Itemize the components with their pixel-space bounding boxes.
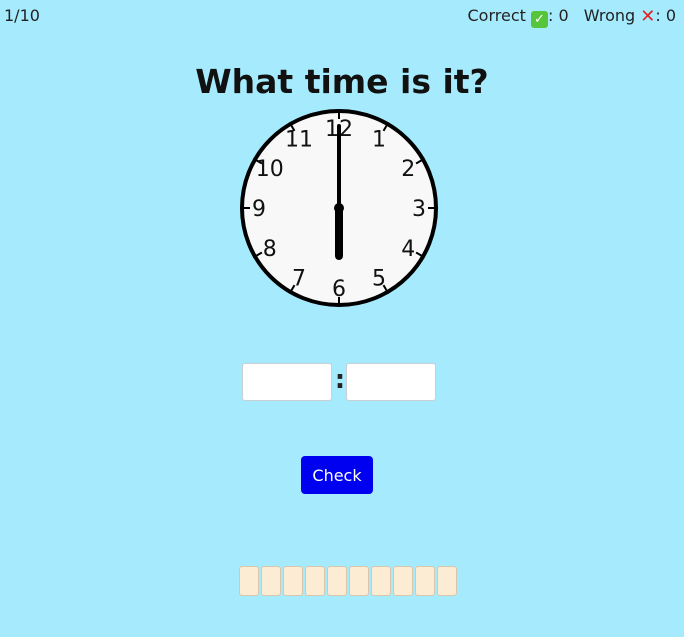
clock-center-pin [334, 203, 344, 213]
progress-slots [239, 566, 457, 596]
progress-slot [239, 566, 259, 596]
time-separator: : [334, 365, 346, 395]
wrong-label: Wrong [583, 6, 636, 25]
page-title: What time is it? [195, 62, 489, 101]
progress-slot [261, 566, 281, 596]
question-counter: 1/10 [4, 6, 40, 25]
progress-slot [327, 566, 347, 596]
clock-number: 6 [332, 277, 346, 302]
hours-input[interactable] [242, 363, 332, 401]
clock-number: 10 [256, 157, 284, 182]
progress-slot [349, 566, 369, 596]
clock-number: 2 [401, 157, 415, 182]
correct-label: Correct [467, 6, 526, 25]
time-answer: : [242, 363, 436, 401]
progress-slot [371, 566, 391, 596]
progress-slot [393, 566, 413, 596]
clock-number: 8 [263, 237, 277, 262]
progress-slot [415, 566, 435, 596]
clock-number: 9 [252, 197, 266, 222]
minutes-input[interactable] [346, 363, 436, 401]
analog-clock: 121234567891011 [239, 108, 439, 308]
check-mark-icon: ✓ [530, 11, 548, 28]
wrong-score: Wrong ✕: 0 [583, 6, 676, 27]
progress-slot [305, 566, 325, 596]
wrong-count: : 0 [655, 6, 676, 25]
clock-face: 121234567891011 [240, 109, 438, 307]
progress-slot [283, 566, 303, 596]
clock-number: 7 [292, 266, 306, 291]
top-bar: 1/10 Correct ✓: 0 Wrong ✕: 0 [0, 0, 684, 30]
progress-slot [437, 566, 457, 596]
cross-mark-icon: ✕ [640, 6, 656, 27]
score-panel: Correct ✓: 0 Wrong ✕: 0 [457, 6, 676, 28]
check-button[interactable]: Check [301, 456, 373, 494]
correct-score: Correct ✓: 0 [467, 6, 573, 28]
clock-number: 11 [285, 128, 313, 153]
clock-number: 1 [372, 128, 386, 153]
correct-count: : 0 [547, 6, 569, 25]
clock-number: 5 [372, 266, 386, 291]
clock-number: 4 [401, 237, 415, 262]
clock-number: 3 [412, 197, 426, 222]
